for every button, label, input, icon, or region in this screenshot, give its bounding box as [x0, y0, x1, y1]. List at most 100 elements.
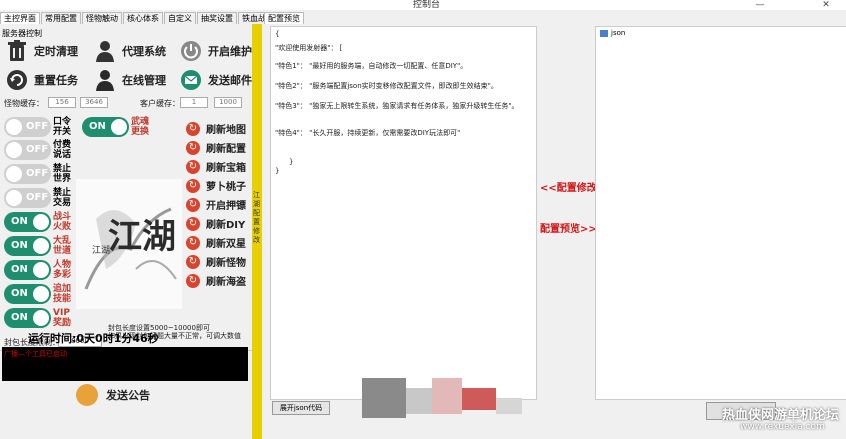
monster-cache-total[interactable]: 3646 [80, 97, 108, 108]
refresh-double-star-button[interactable]: ↻ 刷新双星 [186, 235, 246, 250]
editor-line: } [275, 167, 280, 175]
server-control-group-label: 服务器控制 [2, 29, 42, 38]
refresh-icon: ↻ [186, 216, 200, 231]
main-tabs: 主控界面 常用配置 怪物触动 核心体系 自定义 抽奖设置 铁血战人 [0, 12, 279, 24]
toggle-chaos-world[interactable]: ON [4, 236, 51, 256]
client-cache-label: 客户缓存： [140, 99, 180, 108]
refresh-icon: ↻ [186, 235, 200, 250]
tab-config-preview[interactable]: 配置预览 [264, 12, 304, 24]
toggle-extra-skill-label: 追加技能 [53, 284, 72, 304]
expand-json-button[interactable]: 展开json代码 [272, 401, 330, 415]
close-button[interactable]: ✕ [806, 0, 846, 10]
editor-line: "欢迎使用发射器"： [ [275, 44, 343, 52]
tab-custom[interactable]: 自定义 [164, 12, 196, 24]
artwork-text: 江湖 [108, 217, 176, 257]
json-editor[interactable]: { "欢迎使用发射器"： [ "特色1"： "最好用的服务端，自动修改一切配置、… [270, 26, 537, 400]
toggle-wuhun-change[interactable]: ON [82, 117, 129, 137]
refresh-icon [6, 69, 28, 91]
folder-icon [600, 29, 608, 37]
tab-common-config[interactable]: 常用配置 [41, 12, 81, 24]
runtime-display: 运行时间:0天0时1分46秒 [28, 332, 159, 345]
reset-tasks-button[interactable]: 重置任务 [6, 69, 78, 91]
editor-line: "特色3"： "独家无上限转生系统，独家请求有任务体系，独家升级转生任务"。 [275, 102, 519, 110]
tab-main[interactable]: 主控界面 [0, 12, 40, 24]
timed-clear-label: 定时清理 [34, 45, 78, 58]
toggle-password-switch[interactable]: OFF [4, 117, 51, 137]
toggle-battle-label: 战斗火败 [53, 212, 72, 232]
toggle-extra-skill[interactable]: ON [4, 284, 51, 304]
maintenance-button[interactable]: 开启维护 [180, 40, 252, 62]
power-icon [180, 40, 202, 62]
send-mail-label: 发送邮件 [208, 74, 252, 87]
toggle-paid-chat[interactable]: OFF [4, 140, 51, 160]
toggle-colorful-character[interactable]: ON [4, 260, 51, 280]
watermark-url: www.rexuexia.com [740, 422, 825, 432]
refresh-icon: ↻ [186, 178, 200, 193]
client-cache-count[interactable]: 1 [180, 97, 208, 108]
artwork-small-text: 江湖 [92, 246, 111, 256]
jianghu-artwork: 江湖 江湖 [76, 179, 182, 309]
monster-cache-count[interactable]: 156 [48, 97, 76, 108]
json-tree-view[interactable]: json [595, 26, 846, 400]
radish-peach-button[interactable]: ↻ 萝卜桃子 [186, 178, 246, 193]
config-preview-link[interactable]: 配置预览>> [540, 220, 597, 235]
refresh-config-button[interactable]: ↻ 刷新配置 [186, 140, 246, 155]
tab-lottery-settings[interactable]: 抽奖设置 [197, 12, 237, 24]
editor-line: } [289, 158, 294, 166]
send-notice-label: 发送公告 [106, 389, 150, 402]
tree-node-label: json [611, 29, 626, 37]
trash-icon [6, 40, 28, 62]
pixelated-region [432, 378, 462, 414]
refresh-pirate-button[interactable]: ↻ 刷新海盗 [186, 273, 246, 288]
tab-monster-trigger[interactable]: 怪物触动 [82, 12, 122, 24]
toggle-ban-world-label: 禁止世界 [53, 164, 72, 184]
agent-system-button[interactable]: 代理系统 [94, 40, 166, 62]
config-modify-link[interactable]: <<配置修改 [540, 179, 597, 194]
config-side-bar[interactable]: 江湖配置修改 [252, 24, 262, 439]
client-cache-total[interactable]: 1000 [214, 97, 242, 108]
toggle-chaos-world-label: 大乱世道 [53, 236, 72, 256]
reset-tasks-label: 重置任务 [34, 74, 78, 87]
start-escort-button[interactable]: ↻ 开启押镖 [186, 197, 246, 212]
pixelated-region [462, 388, 496, 410]
refresh-icon: ↻ [186, 121, 200, 136]
tree-node-json[interactable]: json [600, 29, 625, 37]
tab-core-system[interactable]: 核心体系 [123, 12, 163, 24]
toggle-battle[interactable]: ON [4, 212, 51, 232]
console-line: 广播—个工具已启动 [4, 350, 67, 358]
toggle-ban-world[interactable]: OFF [4, 164, 51, 184]
pixelated-region [496, 398, 522, 414]
watermark-title: 热血侠网游单机论坛 [722, 408, 840, 423]
online-management-button[interactable]: 在线管理 [94, 69, 166, 91]
toggle-vip-reward[interactable]: ON [4, 308, 51, 328]
send-notice-button[interactable]: 发送公告 [76, 384, 150, 406]
maintenance-label: 开启维护 [208, 45, 252, 58]
refresh-monster-button[interactable]: ↻ 刷新怪物 [186, 254, 246, 269]
refresh-diy-button[interactable]: ↻ 刷新DIY [186, 216, 245, 231]
toggle-vip-reward-label: VIP奖励 [53, 308, 72, 328]
editor-line: "特色1"： "最好用的服务端，自动修改一切配置、任意DIY"。 [275, 62, 468, 70]
agent-icon [94, 40, 116, 62]
toggle-paid-chat-label: 付费说话 [53, 140, 72, 160]
refresh-icon: ↻ [186, 159, 200, 174]
editor-line: { [275, 30, 280, 38]
refresh-icon: ↻ [186, 273, 200, 288]
vertical-config-label: 江湖配置修改 [253, 191, 260, 244]
toggle-ban-trade[interactable]: OFF [4, 188, 51, 208]
toggle-colorful-character-label: 人物多彩 [53, 260, 72, 280]
refresh-chest-button[interactable]: ↻ 刷新宝箱 [186, 159, 246, 174]
mail-icon [180, 69, 202, 91]
timed-clear-button[interactable]: 定时清理 [6, 40, 78, 62]
title-bar: 控制台 — ✕ [0, 0, 846, 10]
user-icon [94, 69, 116, 91]
send-mail-button[interactable]: 发送邮件 [180, 69, 252, 91]
minimize-button[interactable]: — [740, 0, 780, 10]
window-title: 控制台 [413, 0, 441, 10]
monster-cache-label: 怪物缓存： [4, 99, 44, 108]
toggle-wuhun-change-label: 武魂更换 [131, 117, 150, 137]
refresh-icon: ↻ [186, 254, 200, 269]
refresh-map-button[interactable]: ↻ 刷新地图 [186, 121, 246, 136]
notice-icon [76, 384, 98, 406]
toggle-password-switch-label: 口令开关 [53, 117, 72, 137]
pixelated-region [362, 378, 406, 418]
